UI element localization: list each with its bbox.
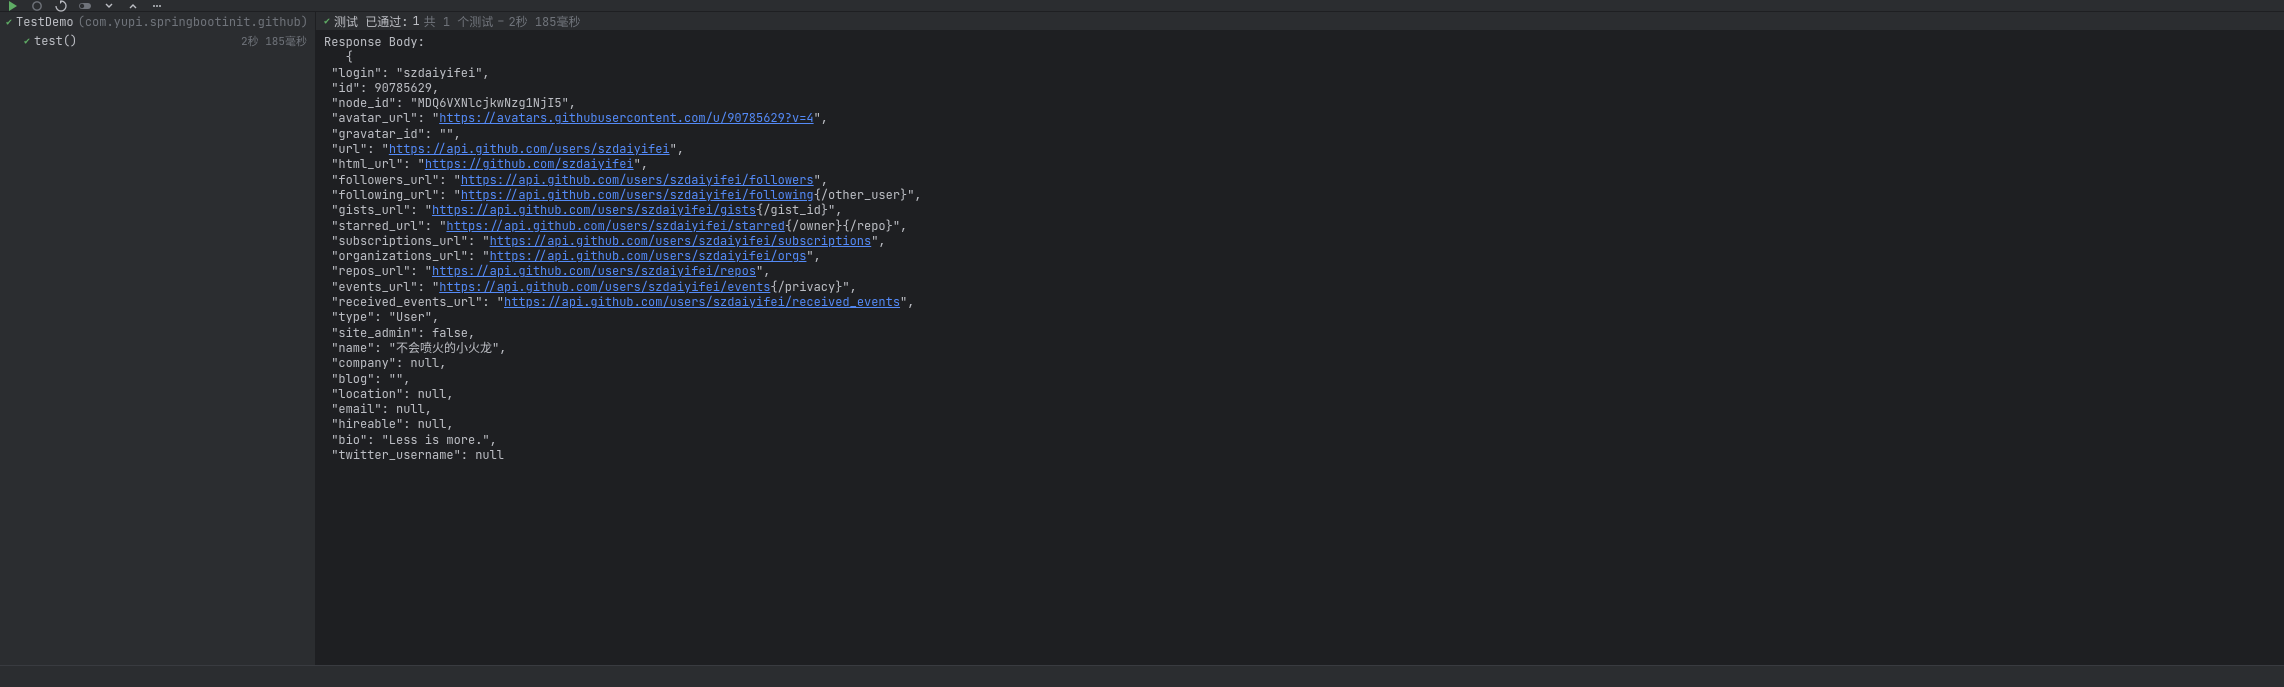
test-class-package: (com.yupi.springbootinit.github) xyxy=(78,14,308,30)
stop-icon[interactable] xyxy=(30,0,44,13)
console-link[interactable]: https://api.github.com/users/szdaiyifei/… xyxy=(490,248,807,264)
check-icon: ✔ xyxy=(324,16,330,26)
status-sep: – xyxy=(497,13,504,29)
test-tree-root[interactable]: ✔ TestDemo (com.yupi.springbootinit.gith… xyxy=(0,12,315,31)
status-total: 共 1 个测试 xyxy=(424,13,494,30)
test-tree-panel: ✔ TestDemo (com.yupi.springbootinit.gith… xyxy=(0,12,316,665)
console-link[interactable]: https://api.github.com/users/szdaiyifei/… xyxy=(446,218,784,234)
console-link[interactable]: https://github.com/szdaiyifei xyxy=(425,156,634,172)
test-method-duration: 2秒 185毫秒 xyxy=(241,33,309,49)
console-link[interactable]: https://api.github.com/users/szdaiyifei/… xyxy=(461,187,814,203)
check-icon: ✔ xyxy=(24,36,30,46)
console-link[interactable]: https://api.github.com/users/szdaiyifei/… xyxy=(439,279,770,295)
test-toolbar xyxy=(0,0,2284,12)
expand-icon[interactable] xyxy=(102,0,116,13)
test-class-name: TestDemo xyxy=(16,14,74,30)
test-tree-item[interactable]: ✔ test() 2秒 185毫秒 xyxy=(0,31,315,50)
console-link[interactable]: https://api.github.com/users/szdaiyifei/… xyxy=(461,172,814,188)
check-icon: ✔ xyxy=(6,17,12,27)
console-link[interactable]: https://api.github.com/users/szdaiyifei/… xyxy=(490,233,872,249)
test-status-line: ✔ 测试 已通过: 1 共 1 个测试 – 2秒 185毫秒 xyxy=(316,12,2284,31)
more-icon[interactable] xyxy=(150,0,164,13)
status-prefix: 测试 已通过: xyxy=(334,13,408,30)
status-passed: 1 xyxy=(412,13,419,29)
status-bar xyxy=(0,665,2284,687)
run-icon[interactable] xyxy=(6,0,20,13)
collapse-icon[interactable] xyxy=(126,0,140,13)
toggle-icon[interactable] xyxy=(78,0,92,13)
rerun-icon[interactable] xyxy=(54,0,68,13)
console-link[interactable]: https://api.github.com/users/szdaiyifei/… xyxy=(432,263,756,279)
console-link[interactable]: https://avatars.githubusercontent.com/u/… xyxy=(439,110,813,126)
test-method-name: test() xyxy=(34,33,77,49)
status-duration: 2秒 185毫秒 xyxy=(508,13,580,30)
console-link[interactable]: https://api.github.com/users/szdaiyifei xyxy=(389,141,670,157)
console-link[interactable]: https://api.github.com/users/szdaiyifei/… xyxy=(504,294,900,310)
console-link[interactable]: https://api.github.com/users/szdaiyifei/… xyxy=(432,202,756,218)
console-output[interactable]: Response Body: { "login": "szdaiyifei", … xyxy=(316,31,2284,665)
